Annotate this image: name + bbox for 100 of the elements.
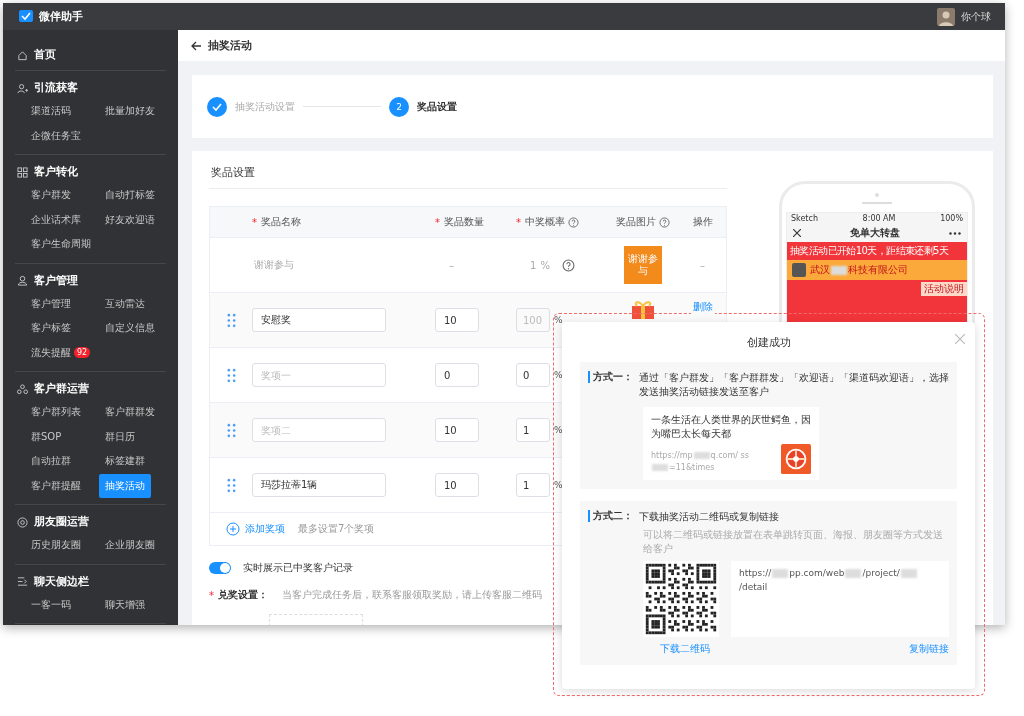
percent-unit: % [554, 315, 563, 325]
nav-item[interactable]: 客户生命周期 [31, 233, 94, 256]
mini-app-title: 免单大转盘 [850, 226, 900, 240]
nav-item[interactable]: 流失提醒 [31, 341, 74, 364]
required-mark: * [252, 216, 257, 228]
nav-item[interactable]: 企微任务宝 [31, 124, 84, 147]
url-text: =11&times [669, 463, 715, 472]
nav-item[interactable]: 客户群群发 [105, 401, 158, 424]
notice-bar: 抽奖活动已开始10天，距结束还剩5天 [787, 242, 967, 260]
rules-tag[interactable]: 活动说明 [921, 282, 967, 296]
prize-name-field[interactable]: 安慰奖 [252, 308, 386, 332]
toggle-switch[interactable] [209, 562, 231, 574]
step-label: 抽奖活动设置 [235, 99, 295, 114]
nav-group-title[interactable]: 引流获客 [34, 81, 78, 95]
nav-item[interactable]: 群SOP [31, 425, 65, 448]
share-title: 一条生活在人类世界的厌世鳄鱼，因为嘴巴太长每天都 [651, 413, 811, 441]
group-icon [17, 383, 28, 395]
required-mark: * [516, 216, 521, 228]
method-text: 下载抽奖活动二维码或复制链接 [639, 510, 779, 524]
app-name: 微伴助手 [39, 9, 83, 24]
method-text: 通过「客户群发」「客户群群发」「欢迎语」「渠道码欢迎语」，选择发送抽奖活动链接发送至客户 [639, 371, 949, 399]
help-icon[interactable] [568, 216, 579, 228]
dialog-title: 创建成功 [746, 334, 791, 350]
quantity-field[interactable]: 0 [435, 363, 479, 387]
help-icon[interactable] [561, 258, 575, 272]
url-text: pp.com/web [789, 568, 845, 578]
close-icon[interactable] [793, 229, 801, 237]
required-mark: * [435, 216, 440, 228]
percent-unit: % [554, 480, 563, 490]
more-icon[interactable] [949, 231, 961, 235]
drag-handle-icon[interactable] [226, 312, 236, 328]
step-label: 奖品设置 [417, 99, 457, 114]
add-hint: 最多设置7个奖项 [298, 522, 375, 536]
probability-value: 1 [529, 259, 537, 271]
step-number: 2 [389, 96, 409, 117]
url-text: q.com/ ss [710, 451, 749, 460]
method-label: 方式一： [588, 371, 633, 383]
nav-item[interactable]: 客户群提醒 [31, 474, 84, 497]
battery-text: 100% [940, 214, 963, 223]
nav-item[interactable]: 一客一码 [31, 593, 74, 616]
nav-item[interactable]: 渠道活码 [31, 100, 74, 123]
method-label: 方式二： [588, 510, 633, 522]
carrier-text: Sketch [791, 214, 818, 223]
nav-item[interactable]: 企业朋友圈 [105, 534, 158, 557]
nav-item[interactable]: 互动雷达 [105, 292, 148, 315]
blur-mark [831, 265, 847, 275]
count-badge: 92 [74, 347, 91, 359]
probability-field[interactable]: 0 [516, 363, 550, 387]
table-cell-text: – [448, 259, 454, 271]
drag-handle-icon[interactable] [226, 367, 236, 383]
drag-handle-icon[interactable] [226, 477, 236, 493]
url-text: /detail [739, 581, 768, 592]
person-icon [17, 275, 28, 286]
nav-item[interactable]: 企业话术库 [31, 208, 84, 231]
nav-group-title[interactable]: 聊天侧边栏 [34, 574, 89, 589]
nav-item[interactable]: 自动打标签 [105, 184, 158, 207]
probability-field[interactable]: 1 [516, 473, 550, 497]
nav-item[interactable]: 批量加好友 [105, 100, 158, 123]
nav-item[interactable]: 客户群发 [31, 184, 74, 207]
column-header: 奖品数量 [444, 215, 484, 229]
column-header: 奖品名称 [261, 215, 301, 229]
nav-group-title[interactable]: 客户管理 [34, 273, 78, 288]
nav-item[interactable]: 标签建群 [105, 450, 148, 473]
help-icon[interactable] [659, 216, 670, 228]
avatar-icon[interactable] [937, 7, 955, 26]
list-icon [17, 576, 28, 587]
quantity-field[interactable]: 10 [435, 308, 479, 332]
percent-unit: % [554, 425, 563, 435]
user-add-icon [17, 82, 28, 94]
redeem-hint: 当客户完成任务后，联系客服领取奖励，请上传客服二维码 [282, 588, 542, 602]
nav-item[interactable]: 自定义信息 [105, 317, 158, 340]
nav-item[interactable]: 历史朋友圈 [31, 534, 84, 557]
nav-item[interactable]: 客户管理 [31, 292, 74, 315]
user-name[interactable]: 你个球 [961, 9, 991, 24]
nav-item[interactable]: 自动拉群 [31, 450, 74, 473]
url-text: /project/ [862, 568, 900, 578]
nav-group-title[interactable]: 客户转化 [34, 165, 78, 179]
quantity-field[interactable]: 10 [435, 473, 479, 497]
nav-item[interactable]: 客户标签 [31, 317, 74, 340]
page-title: 抽奖活动 [208, 38, 252, 53]
nav-group-title[interactable]: 首页 [34, 48, 56, 62]
blur-mark [693, 451, 710, 460]
nav-item[interactable]: 好友欢迎语 [105, 208, 158, 231]
wheel-icon [781, 444, 811, 474]
nav-item[interactable]: 群日历 [105, 425, 138, 448]
prize-image: 谢谢参与 [624, 246, 662, 284]
method-hint: 可以将二维码或链接放置在表单跳转页面、海报、朋友圈等方式发送给客户 [643, 528, 944, 555]
prize-name-field[interactable]: 玛莎拉蒂1辆 [252, 473, 386, 497]
percent-unit: % [540, 259, 550, 271]
nav-item[interactable]: 聊天增强 [105, 593, 148, 616]
add-icon[interactable] [226, 522, 240, 536]
back-icon[interactable] [190, 39, 202, 52]
home-icon [17, 49, 28, 61]
drag-handle-icon[interactable] [226, 422, 236, 438]
nav-group-title[interactable]: 朋友圈运营 [34, 515, 89, 529]
company-name: 武汉 [810, 263, 830, 277]
quantity-field[interactable]: 10 [435, 418, 479, 442]
nav-group-title[interactable]: 客户群运营 [34, 382, 89, 396]
probability-field[interactable]: 1 [516, 418, 550, 442]
nav-item[interactable]: 客户群列表 [31, 401, 84, 424]
